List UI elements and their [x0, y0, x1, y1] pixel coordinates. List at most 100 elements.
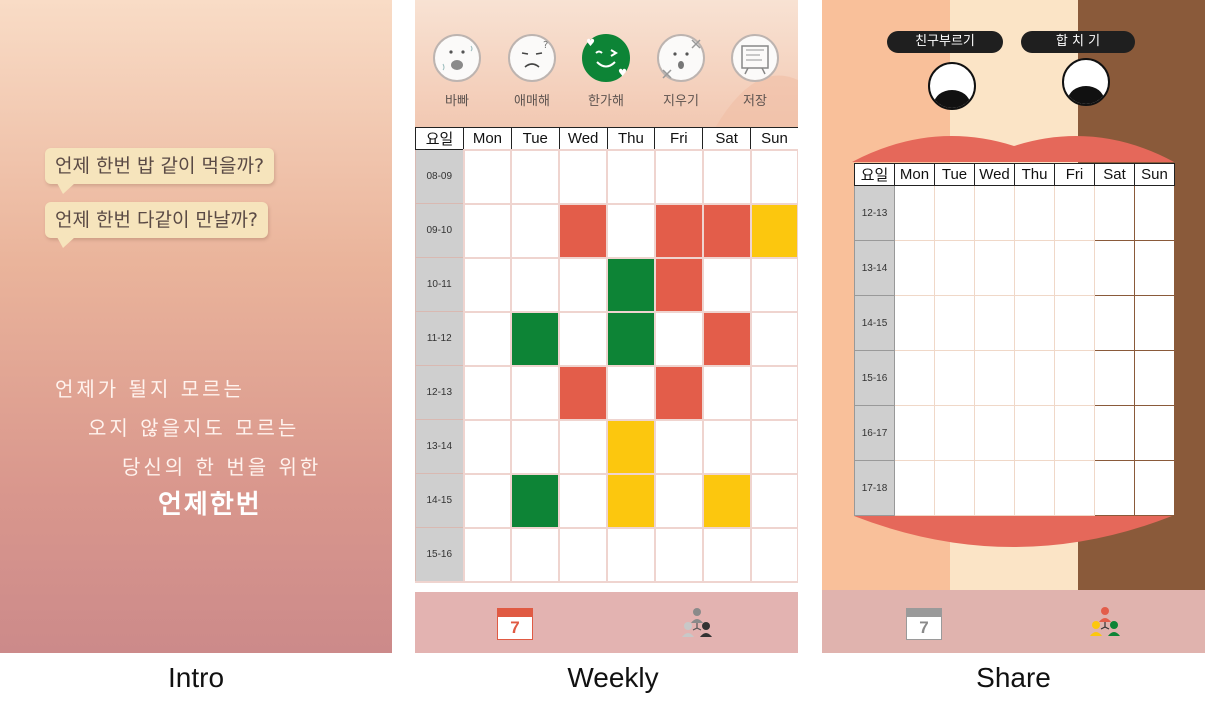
schedule-cell[interactable]: [462, 364, 513, 421]
schedule-cell[interactable]: [462, 526, 513, 583]
mood-erase-button[interactable]: 지우기: [655, 34, 707, 109]
schedule-cell[interactable]: [701, 202, 752, 259]
schedule-cell[interactable]: [1054, 460, 1095, 516]
schedule-cell[interactable]: [894, 350, 935, 406]
schedule-cell[interactable]: [510, 526, 561, 583]
calendar-tab[interactable]: 7: [497, 608, 533, 640]
schedule-cell[interactable]: [1134, 185, 1175, 241]
schedule-cell[interactable]: [894, 240, 935, 296]
schedule-cell[interactable]: [558, 472, 609, 529]
schedule-cell[interactable]: [749, 418, 798, 475]
group-tab[interactable]: [679, 606, 715, 644]
schedule-cell[interactable]: [701, 310, 752, 367]
schedule-cell[interactable]: [749, 310, 798, 367]
schedule-cell[interactable]: [934, 240, 975, 296]
schedule-cell[interactable]: [606, 472, 656, 529]
schedule-cell[interactable]: [1134, 295, 1175, 351]
schedule-cell[interactable]: [653, 526, 704, 583]
schedule-cell[interactable]: [1094, 295, 1135, 351]
schedule-cell[interactable]: [558, 148, 609, 205]
schedule-cell[interactable]: [934, 350, 975, 406]
schedule-cell[interactable]: [749, 472, 798, 529]
schedule-cell[interactable]: [462, 148, 513, 205]
schedule-cell[interactable]: [1014, 350, 1055, 406]
schedule-cell[interactable]: [749, 148, 798, 205]
schedule-cell[interactable]: [749, 526, 798, 583]
schedule-cell[interactable]: [653, 202, 704, 259]
schedule-cell[interactable]: [894, 405, 935, 461]
schedule-cell[interactable]: [749, 364, 798, 421]
schedule-cell[interactable]: [1054, 405, 1095, 461]
schedule-cell[interactable]: [462, 310, 513, 367]
mood-free-button[interactable]: ♥ ♥ 한가해: [580, 34, 632, 109]
schedule-cell[interactable]: [1094, 185, 1135, 241]
schedule-cell[interactable]: [1094, 405, 1135, 461]
schedule-cell[interactable]: [653, 364, 704, 421]
schedule-cell[interactable]: [653, 310, 704, 367]
schedule-cell[interactable]: [974, 350, 1015, 406]
schedule-cell[interactable]: [558, 526, 609, 583]
schedule-cell[interactable]: [653, 418, 704, 475]
schedule-cell[interactable]: [701, 364, 752, 421]
schedule-cell[interactable]: [510, 364, 561, 421]
schedule-cell[interactable]: [974, 295, 1015, 351]
schedule-cell[interactable]: [606, 202, 656, 259]
share-calendar-tab[interactable]: 7: [906, 608, 942, 640]
schedule-cell[interactable]: [1094, 350, 1135, 406]
schedule-cell[interactable]: [606, 310, 656, 367]
schedule-cell[interactable]: [606, 256, 656, 313]
schedule-cell[interactable]: [934, 460, 975, 516]
schedule-cell[interactable]: [1054, 295, 1095, 351]
schedule-cell[interactable]: [510, 472, 561, 529]
schedule-cell[interactable]: [701, 472, 752, 529]
invite-friends-button[interactable]: 친구부르기: [887, 31, 1003, 53]
schedule-cell[interactable]: [510, 202, 561, 259]
schedule-cell[interactable]: [1014, 185, 1055, 241]
schedule-cell[interactable]: [653, 148, 704, 205]
schedule-cell[interactable]: [606, 364, 656, 421]
schedule-cell[interactable]: [653, 472, 704, 529]
schedule-cell[interactable]: [606, 148, 656, 205]
schedule-cell[interactable]: [558, 202, 609, 259]
schedule-cell[interactable]: [606, 526, 656, 583]
schedule-cell[interactable]: [462, 472, 513, 529]
schedule-cell[interactable]: [934, 295, 975, 351]
schedule-cell[interactable]: [1094, 460, 1135, 516]
mood-unsure-button[interactable]: ? 애매해: [506, 34, 558, 109]
schedule-cell[interactable]: [1134, 405, 1175, 461]
schedule-cell[interactable]: [510, 418, 561, 475]
schedule-cell[interactable]: [1014, 240, 1055, 296]
schedule-cell[interactable]: [462, 256, 513, 313]
schedule-cell[interactable]: [1054, 350, 1095, 406]
schedule-cell[interactable]: [1134, 460, 1175, 516]
schedule-cell[interactable]: [1014, 405, 1055, 461]
schedule-cell[interactable]: [558, 310, 609, 367]
schedule-cell[interactable]: [974, 460, 1015, 516]
schedule-cell[interactable]: [894, 185, 935, 241]
schedule-cell[interactable]: [974, 185, 1015, 241]
schedule-cell[interactable]: [701, 256, 752, 313]
schedule-cell[interactable]: [701, 526, 752, 583]
schedule-cell[interactable]: [558, 364, 609, 421]
schedule-cell[interactable]: [749, 202, 798, 259]
schedule-cell[interactable]: [1134, 240, 1175, 296]
schedule-cell[interactable]: [701, 148, 752, 205]
schedule-cell[interactable]: [558, 256, 609, 313]
schedule-cell[interactable]: [510, 256, 561, 313]
schedule-cell[interactable]: [462, 418, 513, 475]
schedule-cell[interactable]: [462, 202, 513, 259]
schedule-cell[interactable]: [974, 405, 1015, 461]
mood-busy-button[interactable]: 바빠: [431, 34, 483, 109]
share-group-tab[interactable]: [1087, 605, 1123, 643]
schedule-cell[interactable]: [1014, 295, 1055, 351]
save-button[interactable]: 저장: [729, 34, 781, 109]
schedule-cell[interactable]: [894, 295, 935, 351]
schedule-cell[interactable]: [701, 418, 752, 475]
schedule-cell[interactable]: [1054, 185, 1095, 241]
schedule-cell[interactable]: [934, 185, 975, 241]
schedule-cell[interactable]: [934, 405, 975, 461]
schedule-cell[interactable]: [606, 418, 656, 475]
schedule-cell[interactable]: [974, 240, 1015, 296]
schedule-cell[interactable]: [558, 418, 609, 475]
schedule-cell[interactable]: [1094, 240, 1135, 296]
